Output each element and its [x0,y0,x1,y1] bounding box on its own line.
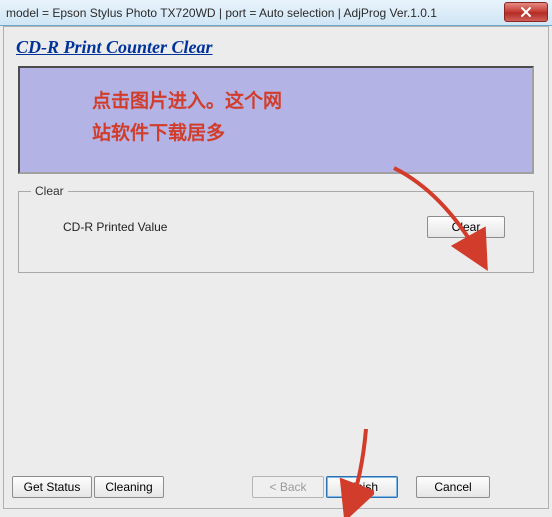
clear-groupbox: Clear CD-R Printed Value Clear [18,184,534,273]
page-title: CD-R Print Counter Clear [16,37,536,58]
annotation-arrow-to-finish [334,425,374,517]
finish-button[interactable]: Finish [326,476,398,498]
banner-text: 点击图片进入。这个网 站软件下载居多 [92,86,512,151]
window-titlebar: model = Epson Stylus Photo TX720WD | por… [0,0,552,26]
window-close-button[interactable] [504,2,548,22]
clear-group-legend: Clear [31,184,68,198]
back-button: < Back [252,476,324,498]
cleaning-button[interactable]: Cleaning [94,476,164,498]
banner-line-2: 站软件下载居多 [92,123,225,144]
info-banner: 点击图片进入。这个网 站软件下载居多 [18,66,534,174]
clear-button[interactable]: Clear [427,216,505,238]
client-area: CD-R Print Counter Clear 点击图片进入。这个网 站软件下… [3,26,549,509]
banner-line-1: 点击图片进入。这个网 [92,91,282,112]
cdr-printed-value-label: CD-R Printed Value [63,220,167,234]
window-title: model = Epson Stylus Photo TX720WD | por… [6,6,437,20]
bottom-button-bar: Get Status Cleaning < Back Finish Cancel [4,476,548,502]
get-status-button[interactable]: Get Status [12,476,92,498]
close-icon [520,6,532,18]
cancel-button[interactable]: Cancel [416,476,490,498]
